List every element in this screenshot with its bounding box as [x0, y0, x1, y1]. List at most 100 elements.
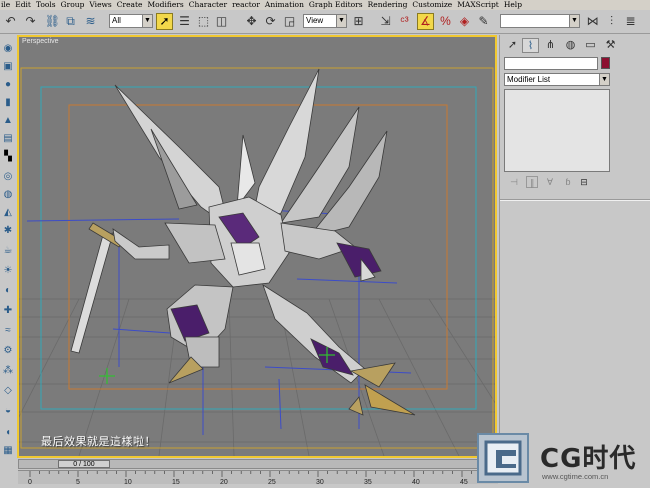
named-selection-dropdown[interactable]: ▼ [500, 14, 580, 28]
undo-icon[interactable]: ↶ [2, 13, 19, 30]
spinner-snap-icon[interactable]: ◈ [456, 13, 473, 30]
perspective-viewport[interactable]: Perspective 最后效果就是這樣啦！ [19, 37, 495, 456]
track-bar-tick-label: 15 [172, 479, 180, 485]
model-legs [166, 284, 416, 416]
track-bar[interactable]: 0 5 10 15 20 25 30 35 40 45 [18, 470, 498, 485]
track-bar-tick-label: 30 [316, 479, 324, 485]
hierarchy-tab-icon[interactable]: ⋔ [542, 38, 559, 53]
viewport-label[interactable]: Perspective [22, 38, 59, 45]
main-toolbar: ↶ ↷ ⛓ ⧉ ≋ All ▼ ➚ ☰ ⬚ ◫ ✥ ⟳ ◲ View ▼ ⊞ ⇲… [0, 10, 650, 34]
select-and-rotate-icon[interactable]: ⟳ [262, 13, 279, 30]
select-and-scale-icon[interactable]: ◲ [281, 13, 298, 30]
select-and-manipulate-icon[interactable]: ⇲ [377, 13, 394, 30]
selection-filter-dropdown[interactable]: All ▼ [109, 14, 153, 28]
redo-icon[interactable]: ↷ [22, 13, 39, 30]
stack-tools: ⊣ ∥ ∀ ɓ ⊟ [504, 176, 610, 190]
cone-icon[interactable]: ◭ [1, 206, 15, 220]
display-tab-icon[interactable]: ▭ [582, 38, 599, 53]
modifier-list-label: Modifier List [507, 75, 551, 84]
compound-icon[interactable]: ◒ [1, 404, 15, 418]
chevron-down-icon: ▼ [599, 74, 609, 85]
menu-file[interactable]: ile [1, 0, 10, 10]
system-icon[interactable]: ⚙ [1, 344, 15, 358]
track-bar-ticks: 0 5 10 15 20 25 30 35 40 45 [28, 471, 492, 485]
object-name-field[interactable] [504, 57, 598, 70]
pivot-center-icon[interactable]: ⊞ [350, 13, 367, 30]
angle-snap-icon[interactable]: ∡ [417, 13, 434, 30]
frame-readout: 0 / 100 [73, 461, 95, 468]
mirror-icon[interactable]: ⋈ [584, 13, 601, 30]
modifier-list-dropdown[interactable]: Modifier List ▼ [504, 73, 610, 86]
shape-icon[interactable]: ◇ [1, 384, 15, 398]
torus-icon[interactable]: ◎ [1, 170, 15, 184]
select-object-icon[interactable]: ➚ [156, 13, 173, 30]
patch-icon[interactable]: ▦ [1, 444, 15, 458]
motion-tab-icon[interactable]: ◍ [562, 38, 579, 53]
menu-reactor[interactable]: reactor [232, 0, 260, 10]
rollout-divider [500, 199, 650, 201]
unlink-icon[interactable]: ⧉ [62, 13, 79, 30]
bind-space-warp-icon[interactable]: ≋ [82, 13, 99, 30]
menu-tools[interactable]: Tools [36, 0, 56, 10]
reference-coordinate-dropdown[interactable]: View ▼ [303, 14, 347, 28]
modify-tab-icon[interactable]: ⌇ [522, 38, 539, 53]
modifier-stack-view[interactable] [504, 89, 610, 172]
space-warp-icon[interactable]: ≈ [1, 324, 15, 338]
pyramid-icon[interactable]: ▲ [1, 114, 15, 128]
select-and-move-icon[interactable]: ✥ [243, 13, 260, 30]
track-bar-tick-label: 10 [124, 479, 132, 485]
plane-icon[interactable]: ▤ [1, 132, 15, 146]
menu-customize[interactable]: Customize [412, 0, 452, 10]
camera-icon[interactable]: ◐ [1, 284, 15, 298]
watermark-url: www.cgtime.com.cn [542, 472, 609, 481]
edit-named-selection-icon[interactable]: ✎ [475, 13, 492, 30]
geosphere-icon[interactable]: ✱ [1, 224, 15, 238]
configure-modifier-sets-icon[interactable]: ⊟ [578, 176, 590, 188]
snap-toggle-icon[interactable]: ᶜ³ [396, 13, 413, 30]
time-slider-thumb[interactable]: 0 / 100 [58, 460, 110, 468]
menu-graph-editors[interactable]: Graph Editors [309, 0, 363, 10]
sphere-icon[interactable]: ● [1, 78, 15, 92]
window-crossing-icon[interactable]: ◫ [213, 13, 230, 30]
light-icon[interactable]: ☀ [1, 264, 15, 278]
left-tab-toolbar: ◉ ▣ ● ▮ ▲ ▤ ▚ ◎ ◍ ◭ ✱ ☕ ☀ ◐ ✚ ≈ ⚙ ⁂ ◇ ◒ … [0, 34, 17, 459]
particle-icon[interactable]: ⁂ [1, 364, 15, 378]
box-icon[interactable]: ▣ [1, 60, 15, 74]
menu-create[interactable]: Create [117, 0, 143, 10]
helper-icon[interactable]: ✚ [1, 304, 15, 318]
caption-text: 最后效果就是這樣啦！ [41, 435, 156, 448]
layer-manager-icon[interactable]: ≣ [622, 13, 639, 30]
menu-group[interactable]: Group [61, 0, 85, 10]
track-bar-tick-label: 25 [268, 479, 276, 485]
pin-stack-icon[interactable]: ⊣ [508, 176, 520, 188]
menu-rendering[interactable]: Rendering [368, 0, 408, 10]
menu-edit[interactable]: Edit [15, 0, 31, 10]
teapot-icon[interactable]: ☕ [1, 244, 15, 258]
menu-views[interactable]: Views [89, 0, 111, 10]
make-unique-icon[interactable]: ∀ [544, 176, 556, 188]
menu-character[interactable]: Character [189, 0, 227, 10]
command-panel: ➚ ⌇ ⋔ ◍ ▭ ⚒ Modifier List ▼ ⊣ ∥ ∀ ɓ ⊟ [499, 35, 650, 458]
objects-icon[interactable]: ◉ [1, 42, 15, 56]
rectangular-selection-icon[interactable]: ⬚ [195, 13, 212, 30]
menu-help[interactable]: Help [504, 0, 522, 10]
select-by-name-icon[interactable]: ☰ [176, 13, 193, 30]
dynamics-icon[interactable]: ◖ [1, 426, 15, 440]
menu-modifiers[interactable]: Modifiers [147, 0, 183, 10]
object-color-swatch[interactable] [601, 57, 610, 69]
model-sword [70, 222, 170, 354]
menu-maxscript[interactable]: MAXScript [457, 0, 499, 10]
create-tab-icon[interactable]: ➚ [504, 38, 521, 53]
select-and-link-icon[interactable]: ⛓ [44, 13, 61, 30]
show-end-result-icon[interactable]: ∥ [526, 176, 538, 188]
checker-icon[interactable]: ▚ [1, 150, 15, 164]
tube-icon[interactable]: ◍ [1, 188, 15, 202]
menu-animation[interactable]: Animation [265, 0, 304, 10]
cylinder-icon[interactable]: ▮ [1, 96, 15, 110]
remove-modifier-icon[interactable]: ɓ [562, 176, 574, 188]
percent-snap-icon[interactable]: % [437, 13, 454, 30]
align-icon[interactable]: ⫶ [603, 13, 620, 30]
utilities-tab-icon[interactable]: ⚒ [602, 38, 619, 53]
time-slider[interactable]: 0 / 100 [18, 459, 498, 469]
track-bar-tick-label: 40 [412, 479, 420, 485]
